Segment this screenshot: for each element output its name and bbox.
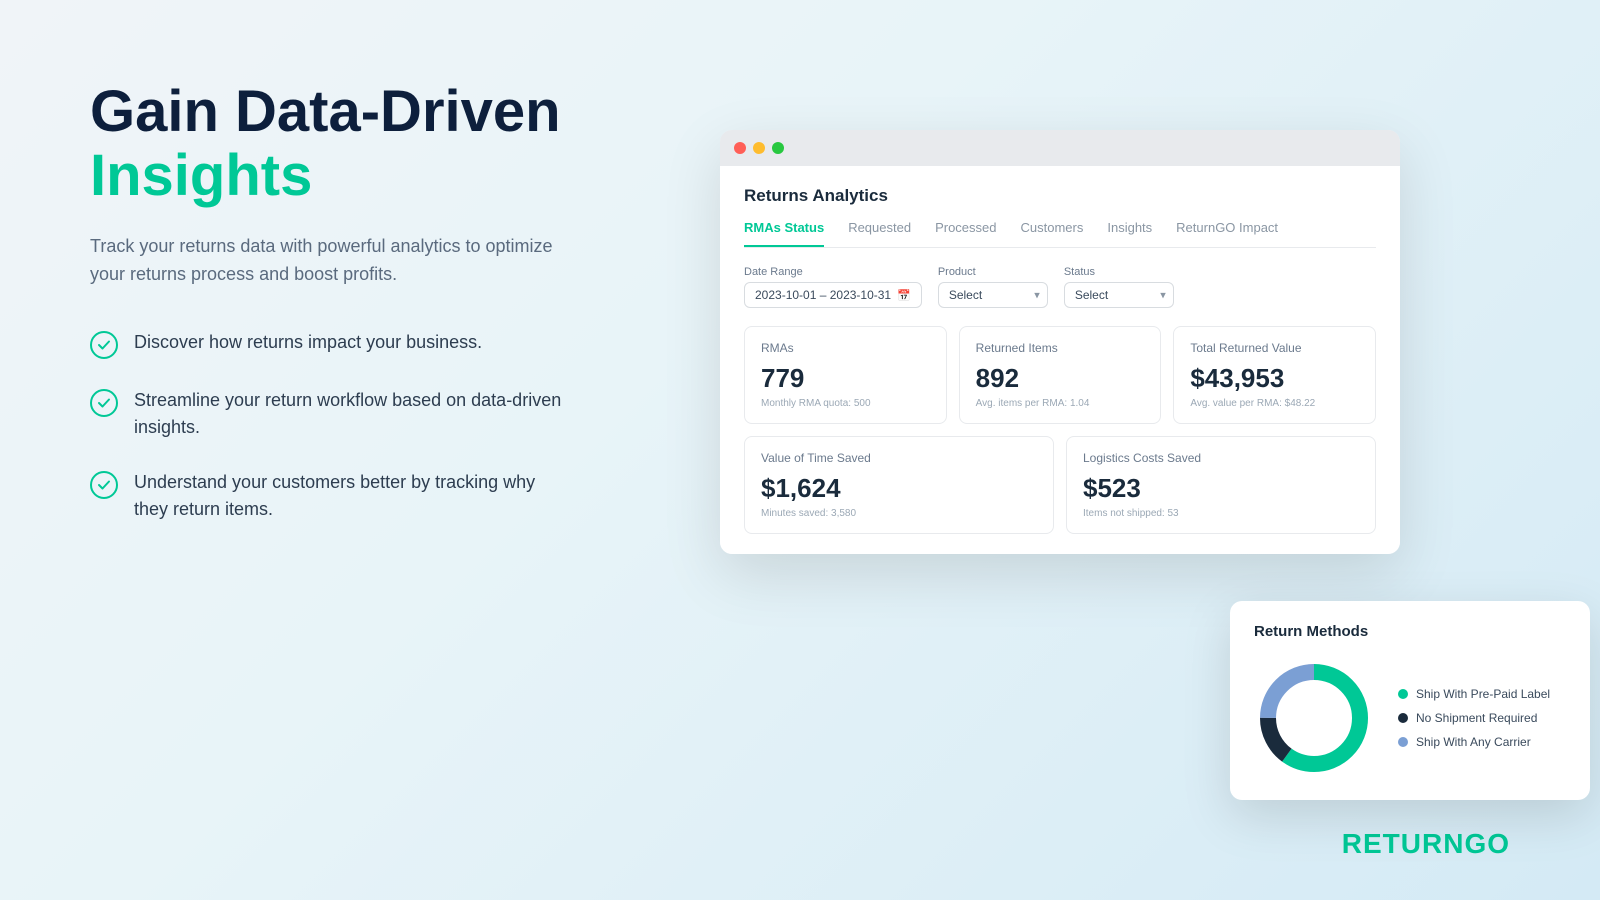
legend-dot-2	[1398, 713, 1408, 723]
check-icon-2	[90, 389, 118, 417]
status-select-wrapper: Select	[1064, 282, 1174, 308]
product-group: Product Select	[938, 266, 1048, 308]
feature-text-3: Understand your customers better by trac…	[134, 469, 574, 523]
tab-rmas-status[interactable]: RMAs Status	[744, 220, 824, 247]
legend-label-3: Ship With Any Carrier	[1416, 735, 1531, 749]
headline-line1: Gain Data-Driven	[90, 79, 561, 144]
date-range-group: Date Range 2023-10-01 – 2023-10-31 📅	[744, 266, 922, 308]
stat-value-total-value: $43,953	[1190, 363, 1359, 394]
right-section: Returns Analytics RMAs Status Requested …	[700, 0, 1600, 900]
logo-text-black: RETURN	[1342, 828, 1465, 859]
return-methods-title: Return Methods	[1254, 623, 1566, 640]
legend-item-3: Ship With Any Carrier	[1398, 735, 1550, 749]
feature-item-2: Streamline your return workflow based on…	[90, 387, 670, 441]
status-label: Status	[1064, 266, 1174, 278]
feature-text-2: Streamline your return workflow based on…	[134, 387, 574, 441]
feature-text-1: Discover how returns impact your busines…	[134, 329, 482, 356]
legend: Ship With Pre-Paid Label No Shipment Req…	[1398, 687, 1550, 749]
stats-grid-bottom: Value of Time Saved $1,624 Minutes saved…	[744, 436, 1376, 534]
stat-subtext-rmas: Monthly RMA quota: 500	[761, 398, 930, 409]
filters-row: Date Range 2023-10-01 – 2023-10-31 📅 Pro…	[744, 266, 1376, 308]
traffic-dot-red	[734, 142, 746, 154]
stat-label-rmas: RMAs	[761, 341, 930, 355]
headline-line2: Insights	[90, 143, 312, 208]
subtext: Track your returns data with powerful an…	[90, 232, 570, 290]
stats-grid-top: RMAs 779 Monthly RMA quota: 500 Returned…	[744, 326, 1376, 424]
legend-label-2: No Shipment Required	[1416, 711, 1537, 725]
feature-item-3: Understand your customers better by trac…	[90, 469, 670, 523]
stat-card-returned-items: Returned Items 892 Avg. items per RMA: 1…	[959, 326, 1162, 424]
legend-dot-3	[1398, 737, 1408, 747]
legend-dot-1	[1398, 689, 1408, 699]
stat-subtext-returned-items: Avg. items per RMA: 1.04	[976, 398, 1145, 409]
returngo-logo: RETURNGO	[1342, 828, 1510, 860]
logo-text-green: GO	[1464, 828, 1510, 859]
tab-processed[interactable]: Processed	[935, 220, 996, 247]
stat-card-rmas: RMAs 779 Monthly RMA quota: 500	[744, 326, 947, 424]
stat-value-logistics: $523	[1083, 473, 1359, 504]
browser-window: Returns Analytics RMAs Status Requested …	[720, 130, 1400, 554]
product-select[interactable]: Select	[938, 282, 1048, 308]
feature-list: Discover how returns impact your busines…	[90, 329, 670, 523]
calendar-icon: 📅	[897, 289, 911, 302]
stat-label-returned-items: Returned Items	[976, 341, 1145, 355]
return-methods-card: Return Methods Ship Wi	[1230, 601, 1590, 800]
stat-card-total-value: Total Returned Value $43,953 Avg. value …	[1173, 326, 1376, 424]
product-label: Product	[938, 266, 1048, 278]
stat-value-returned-items: 892	[976, 363, 1145, 394]
feature-item-1: Discover how returns impact your busines…	[90, 329, 670, 359]
traffic-dot-yellow	[753, 142, 765, 154]
stat-label-logistics: Logistics Costs Saved	[1083, 451, 1359, 465]
analytics-panel: Returns Analytics RMAs Status Requested …	[720, 166, 1400, 554]
product-select-wrapper: Select	[938, 282, 1048, 308]
browser-content: Returns Analytics RMAs Status Requested …	[720, 166, 1400, 554]
stat-card-logistics: Logistics Costs Saved $523 Items not shi…	[1066, 436, 1376, 534]
tab-returngo-impact[interactable]: ReturnGO Impact	[1176, 220, 1278, 247]
stat-subtext-logistics: Items not shipped: 53	[1083, 508, 1359, 519]
stat-subtext-time-saved: Minutes saved: 3,580	[761, 508, 1037, 519]
browser-titlebar	[720, 130, 1400, 166]
stat-value-time-saved: $1,624	[761, 473, 1037, 504]
stat-value-rmas: 779	[761, 363, 930, 394]
tab-insights[interactable]: Insights	[1107, 220, 1152, 247]
tab-customers[interactable]: Customers	[1021, 220, 1084, 247]
panel-title: Returns Analytics	[744, 186, 1376, 206]
stat-label-time-saved: Value of Time Saved	[761, 451, 1037, 465]
return-methods-content: Ship With Pre-Paid Label No Shipment Req…	[1254, 658, 1566, 778]
donut-chart	[1254, 658, 1374, 778]
tabs-row: RMAs Status Requested Processed Customer…	[744, 220, 1376, 248]
date-range-label: Date Range	[744, 266, 922, 278]
status-select[interactable]: Select	[1064, 282, 1174, 308]
date-range-input[interactable]: 2023-10-01 – 2023-10-31 📅	[744, 282, 922, 308]
date-range-value: 2023-10-01 – 2023-10-31	[755, 288, 891, 302]
check-icon-1	[90, 331, 118, 359]
legend-item-1: Ship With Pre-Paid Label	[1398, 687, 1550, 701]
main-headline: Gain Data-Driven Insights	[90, 80, 670, 208]
left-section: Gain Data-Driven Insights Track your ret…	[90, 80, 670, 523]
legend-item-2: No Shipment Required	[1398, 711, 1550, 725]
status-group: Status Select	[1064, 266, 1174, 308]
stat-subtext-total-value: Avg. value per RMA: $48.22	[1190, 398, 1359, 409]
legend-label-1: Ship With Pre-Paid Label	[1416, 687, 1550, 701]
stat-label-total-value: Total Returned Value	[1190, 341, 1359, 355]
check-icon-3	[90, 471, 118, 499]
traffic-dot-green	[772, 142, 784, 154]
tab-requested[interactable]: Requested	[848, 220, 911, 247]
stat-card-time-saved: Value of Time Saved $1,624 Minutes saved…	[744, 436, 1054, 534]
